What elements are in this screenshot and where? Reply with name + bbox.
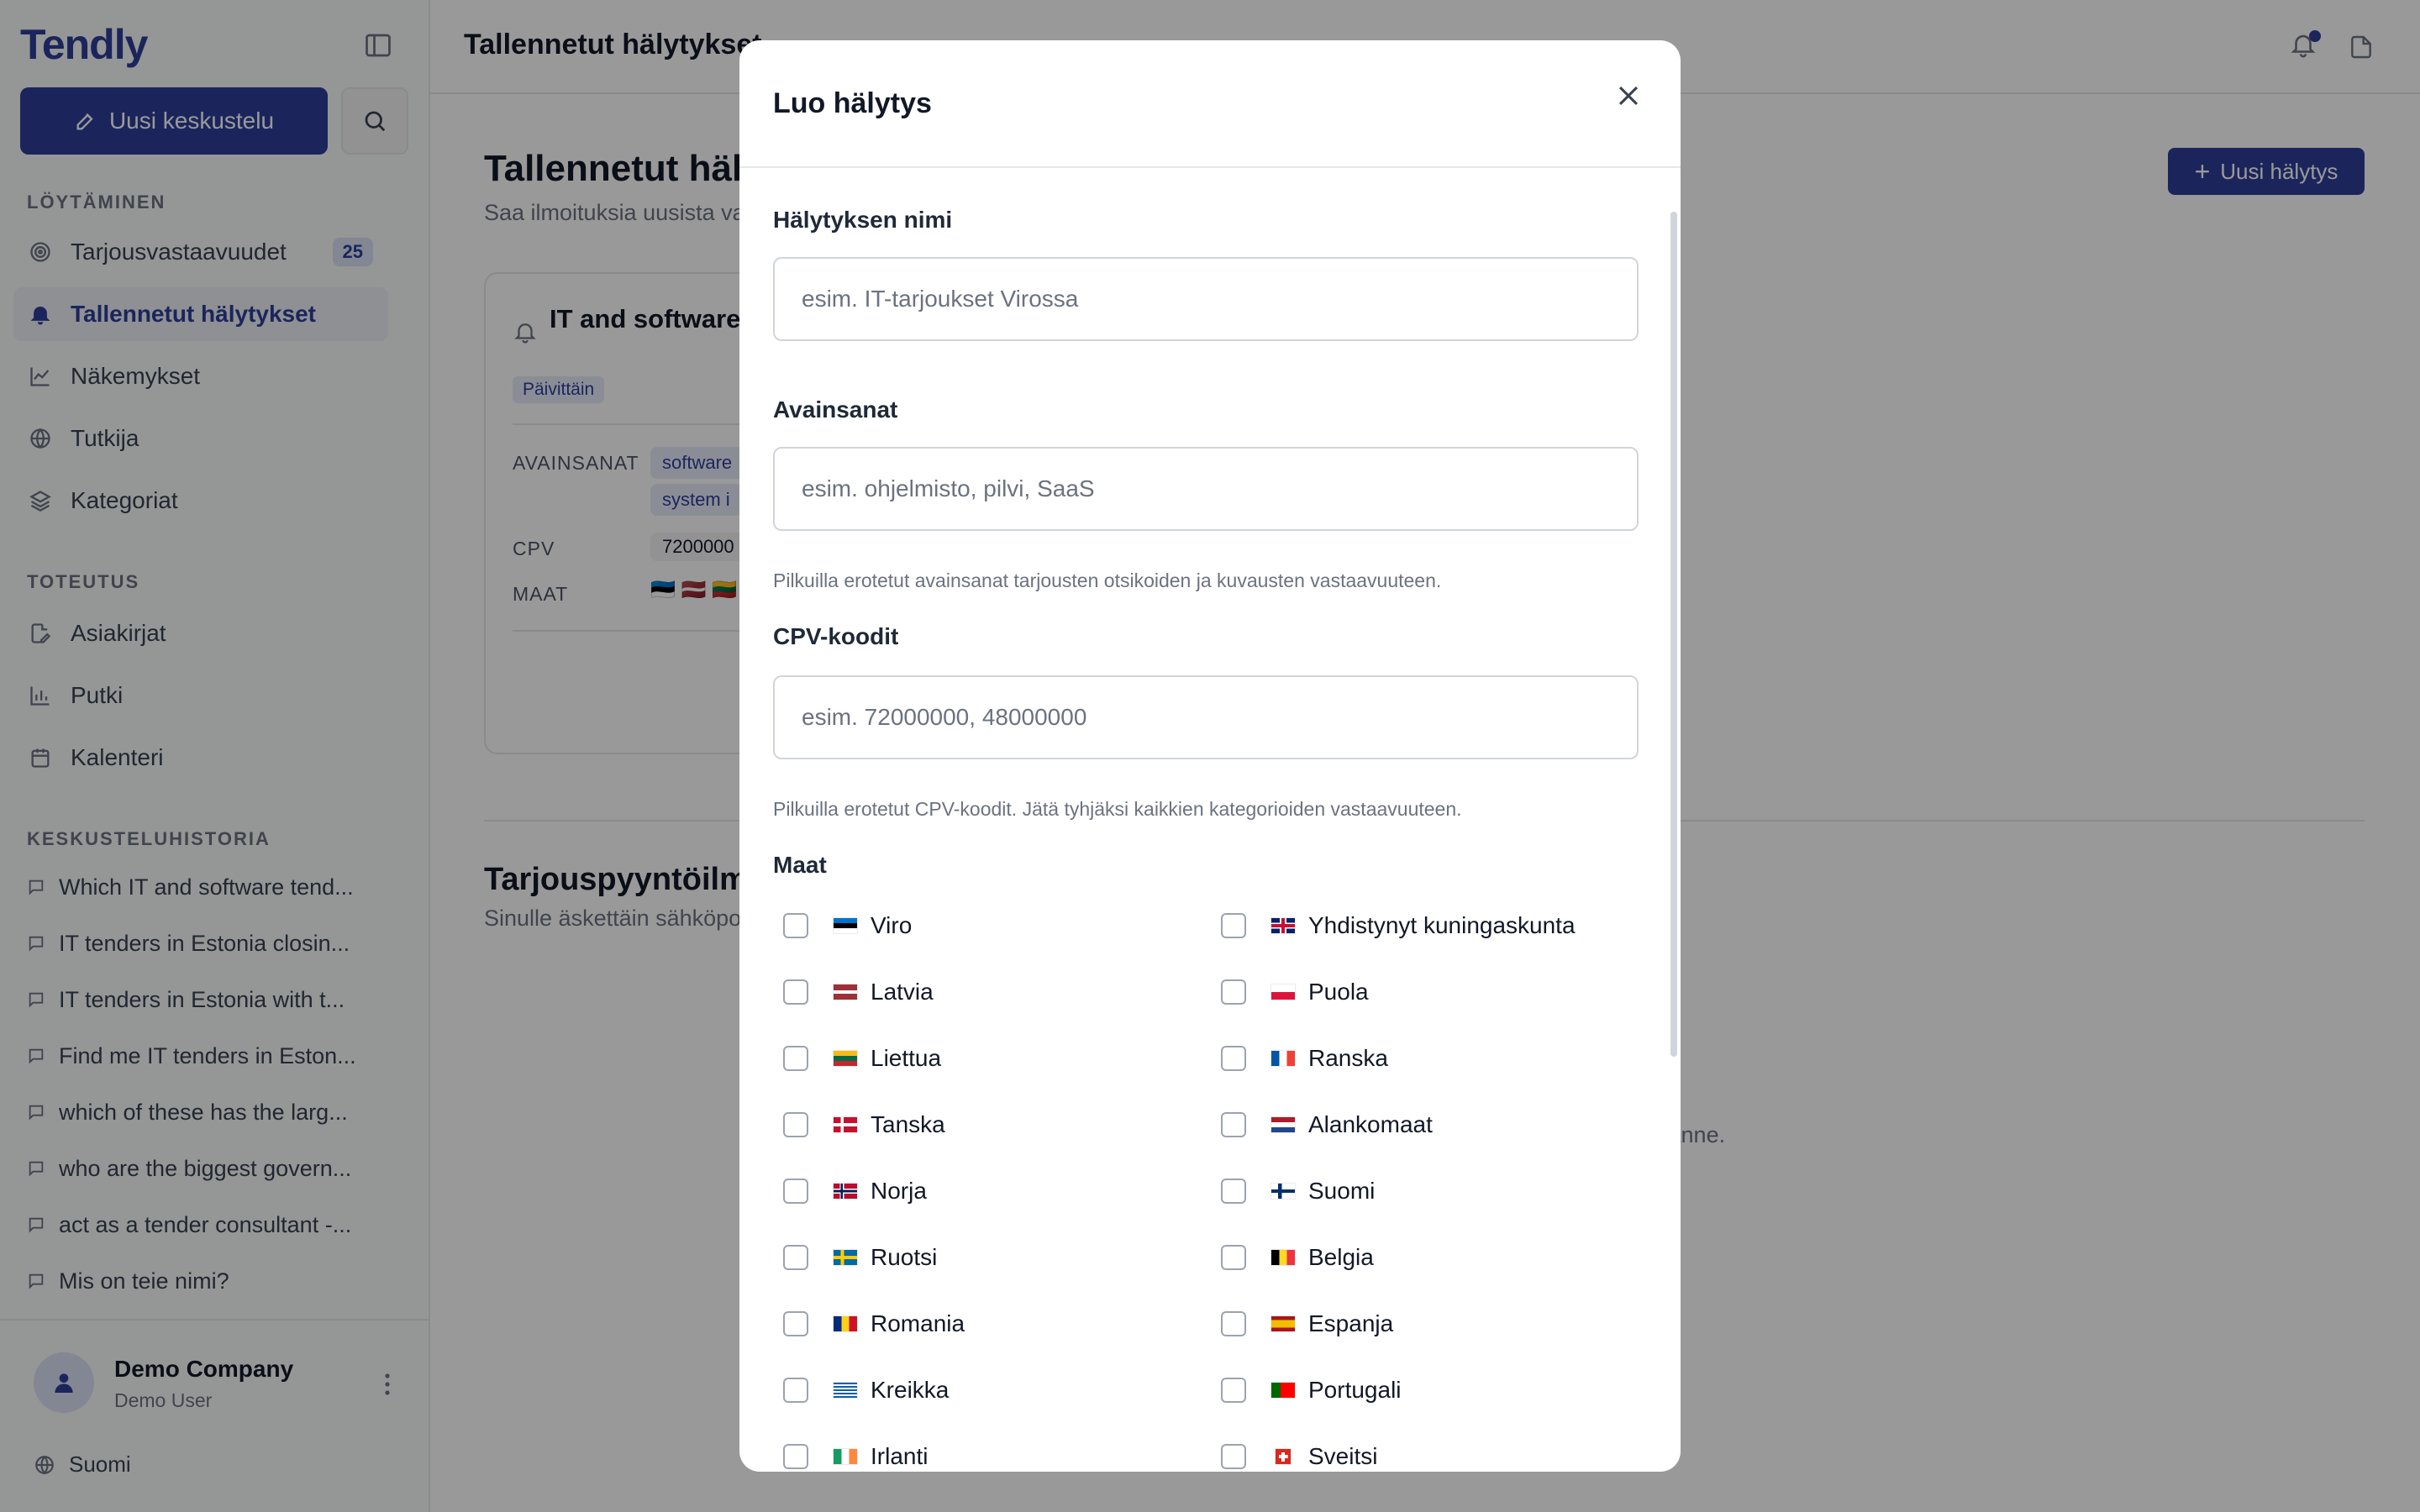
flag-lt-icon [834, 1051, 857, 1066]
country-option-belgia[interactable]: Belgia [1221, 1241, 1374, 1274]
country-option-ruotsi[interactable]: Ruotsi [783, 1241, 937, 1274]
keywords-input[interactable] [773, 447, 1639, 531]
country-checkbox[interactable] [783, 1444, 808, 1469]
country-name: Ruotsi [871, 1244, 938, 1270]
flag-fi-icon [1271, 1184, 1295, 1199]
flag-gb-icon [1271, 918, 1295, 933]
country-name: Romania [871, 1310, 965, 1336]
country-option-suomi[interactable]: Suomi [1221, 1174, 1375, 1208]
country-option-irlanti[interactable]: Irlanti [783, 1440, 928, 1472]
close-icon [1618, 86, 1639, 106]
country-checkbox[interactable] [1221, 1378, 1246, 1403]
country-checkbox[interactable] [1221, 979, 1246, 1005]
country-name: Kreikka [871, 1377, 950, 1403]
close-button[interactable] [1608, 76, 1649, 116]
country-checkbox[interactable] [783, 1112, 808, 1137]
flag-ie-icon [834, 1449, 857, 1464]
modal-title: Luo hälytys [773, 87, 932, 119]
country-checkbox[interactable] [1221, 1245, 1246, 1270]
country-name: Suomi [1308, 1178, 1376, 1204]
country-name: Latvia [871, 979, 934, 1005]
flag-pl-icon [1271, 984, 1295, 1000]
country-name: Puola [1308, 979, 1369, 1005]
country-name: Tanska [871, 1111, 945, 1137]
country-checkbox[interactable] [783, 979, 808, 1005]
country-option-sveitsi[interactable]: Sveitsi [1221, 1440, 1377, 1472]
flag-ch-icon [1276, 1449, 1291, 1464]
country-name: Viro [871, 912, 913, 938]
flag-se-icon [834, 1250, 857, 1265]
country-option-espanja[interactable]: Espanja [1221, 1307, 1393, 1341]
flag-lv-icon [834, 984, 857, 1000]
flag-nl-icon [1271, 1117, 1295, 1132]
country-name: Norja [871, 1178, 927, 1204]
country-checkbox[interactable] [783, 913, 808, 938]
country-name: Alankomaat [1308, 1111, 1433, 1137]
country-name: Ranska [1308, 1045, 1388, 1071]
flag-pt-icon [1271, 1383, 1295, 1398]
country-name: Belgia [1308, 1244, 1374, 1270]
country-checkbox[interactable] [783, 1311, 808, 1336]
flag-ro-icon [834, 1316, 857, 1331]
country-option-portugali[interactable]: Portugali [1221, 1373, 1402, 1407]
country-checkbox[interactable] [1221, 913, 1246, 938]
country-option-ranska[interactable]: Ranska [1221, 1042, 1388, 1075]
country-checkbox[interactable] [1221, 1112, 1246, 1137]
create-alert-modal: Luo hälytys Hälytyksen nimi Avainsanat P… [739, 40, 1681, 1472]
flag-es-icon [1271, 1316, 1295, 1331]
country-checkbox[interactable] [1221, 1046, 1246, 1071]
modal-header: Luo hälytys [739, 40, 1681, 168]
country-option-latvia[interactable]: Latvia [783, 975, 934, 1009]
country-option-tanska[interactable]: Tanska [783, 1108, 945, 1142]
country-checkbox[interactable] [1221, 1444, 1246, 1469]
country-option-liettua[interactable]: Liettua [783, 1042, 941, 1075]
countries-label: Maat [773, 852, 827, 878]
country-option-romania[interactable]: Romania [783, 1307, 965, 1341]
flag-gr-icon [834, 1383, 857, 1398]
flag-dk-icon [834, 1117, 857, 1132]
country-name: Yhdistynyt kuningaskunta [1308, 912, 1576, 938]
country-name: Sveitsi [1308, 1443, 1378, 1469]
flag-ee-icon [834, 918, 857, 933]
cpv-hint: Pilkuilla erotetut CPV-koodit. Jätä tyhj… [773, 798, 1462, 820]
modal-scrollbar[interactable] [1670, 212, 1677, 1057]
keywords-label: Avainsanat [773, 396, 898, 423]
country-option-norja[interactable]: Norja [783, 1174, 927, 1208]
alert-name-input[interactable] [773, 257, 1639, 341]
country-checkbox[interactable] [783, 1179, 808, 1204]
country-name: Liettua [871, 1045, 942, 1071]
flag-no-icon [834, 1184, 857, 1199]
country-checkbox[interactable] [783, 1245, 808, 1270]
country-option-viro[interactable]: Viro [783, 909, 912, 942]
country-checkbox[interactable] [783, 1046, 808, 1071]
flag-be-icon [1271, 1250, 1295, 1265]
country-option-yhdistynyt-kuningaskunta[interactable]: Yhdistynyt kuningaskunta [1221, 909, 1576, 942]
alert-name-label: Hälytyksen nimi [773, 207, 953, 233]
country-name: Portugali [1308, 1377, 1402, 1403]
country-name: Espanja [1308, 1310, 1394, 1336]
cpv-codes-label: CPV-koodit [773, 623, 899, 649]
keywords-hint: Pilkuilla erotetut avainsanat tarjousten… [773, 570, 1442, 591]
country-checkbox[interactable] [783, 1378, 808, 1403]
country-option-kreikka[interactable]: Kreikka [783, 1373, 949, 1407]
country-option-alankomaat[interactable]: Alankomaat [1221, 1108, 1433, 1142]
flag-fr-icon [1271, 1051, 1295, 1066]
country-checkbox[interactable] [1221, 1311, 1246, 1336]
cpv-codes-input[interactable] [773, 675, 1639, 759]
country-option-puola[interactable]: Puola [1221, 975, 1369, 1009]
country-name: Irlanti [871, 1443, 929, 1469]
country-checkbox[interactable] [1221, 1179, 1246, 1204]
